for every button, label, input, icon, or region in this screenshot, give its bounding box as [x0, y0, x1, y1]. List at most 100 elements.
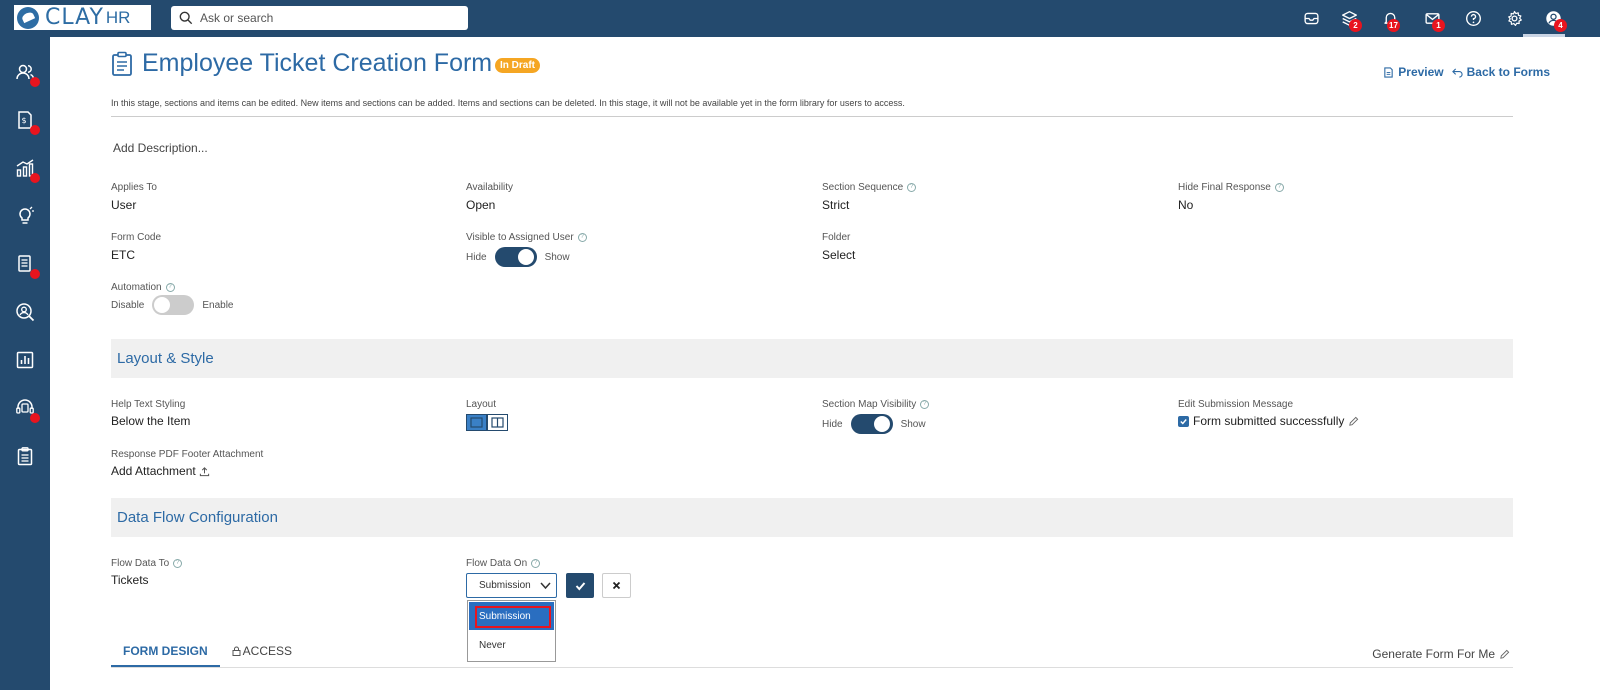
- sidebar-item-people[interactable]: [13, 60, 40, 87]
- layers-button[interactable]: 2: [1337, 6, 1362, 32]
- form-code-value[interactable]: ETC: [111, 248, 161, 262]
- layout-options: [466, 414, 508, 431]
- dropdown-option-submission[interactable]: Submission: [469, 602, 554, 630]
- submission-message-text: Form submitted successfully: [1193, 414, 1345, 428]
- help-icon[interactable]: ?: [173, 559, 183, 568]
- notifications-button[interactable]: 17: [1378, 6, 1402, 32]
- hide-final-response-value[interactable]: No: [1178, 198, 1284, 212]
- sidebar: $: [0, 37, 50, 690]
- sidebar-alert-dot: [30, 269, 40, 279]
- flow-data-on-label: Flow Data On: [466, 558, 528, 569]
- tab-access[interactable]: ACCESS: [220, 637, 304, 667]
- mail-badge: 1: [1432, 19, 1445, 32]
- cancel-button[interactable]: [602, 573, 631, 598]
- automation-toggle[interactable]: [152, 295, 195, 315]
- flow-data-on-selected-value: Submission: [479, 580, 531, 591]
- flow-data-on-field: Flow Data On?: [466, 558, 541, 569]
- page-title: Employee Ticket Creation Form: [142, 49, 493, 77]
- add-attachment-label: Add Attachment: [111, 464, 196, 478]
- chevron-down-icon: [540, 582, 551, 590]
- sidebar-item-ideas[interactable]: [13, 204, 37, 228]
- settings-button[interactable]: [1502, 6, 1526, 30]
- form-clipboard-icon: [112, 51, 132, 76]
- confirm-button[interactable]: [566, 573, 594, 598]
- two-column-icon: [491, 417, 504, 428]
- sidebar-item-payroll[interactable]: $: [13, 108, 40, 135]
- single-column-layout-button[interactable]: [466, 414, 487, 431]
- help-icon[interactable]: ?: [920, 400, 930, 409]
- dropdown-option-never[interactable]: Never: [468, 631, 555, 660]
- pencil-icon: [1500, 649, 1510, 659]
- gear-icon: [1507, 10, 1522, 26]
- help-text-styling-label: Help Text Styling: [111, 399, 186, 410]
- submission-message-checkbox[interactable]: [1178, 415, 1189, 427]
- sidebar-item-forms[interactable]: [13, 444, 37, 468]
- add-description-field[interactable]: Add Description...: [113, 141, 208, 155]
- sidebar-alert-dot: [30, 413, 40, 423]
- visible-to-assigned-toggle[interactable]: [494, 247, 537, 267]
- section-sequence-value[interactable]: Strict: [822, 198, 916, 212]
- help-icon[interactable]: ?: [531, 559, 541, 568]
- sidebar-item-reports[interactable]: [13, 348, 37, 372]
- layout-style-section-header[interactable]: Layout & Style: [111, 339, 1513, 378]
- checkmark-icon: [1180, 418, 1187, 425]
- preview-link[interactable]: Preview: [1383, 65, 1444, 79]
- layout-label: Layout: [466, 399, 497, 410]
- section-map-toggle[interactable]: [850, 414, 893, 434]
- checkmark-icon: [575, 581, 585, 590]
- close-icon: [612, 581, 621, 590]
- help-icon[interactable]: ?: [1274, 183, 1284, 192]
- flow-data-on-select[interactable]: Submission: [466, 573, 557, 598]
- toggle-off-label: Disable: [111, 299, 145, 311]
- toggle-on-label: Show: [544, 251, 570, 263]
- pencil-icon[interactable]: [1348, 416, 1359, 427]
- availability-field: Availability Open: [466, 182, 513, 212]
- lightbulb-icon: [19, 206, 34, 224]
- sidebar-item-recruitment[interactable]: [13, 300, 37, 324]
- tab-access-label: ACCESS: [242, 644, 293, 658]
- search-input[interactable]: [200, 11, 450, 25]
- lock-icon: [232, 646, 241, 656]
- inbox-button[interactable]: [1299, 6, 1323, 30]
- visible-to-assigned-label: Visible to Assigned User: [466, 232, 574, 243]
- two-column-layout-button[interactable]: [487, 414, 508, 431]
- layers-badge: 2: [1349, 19, 1362, 32]
- sidebar-item-support[interactable]: [13, 396, 40, 423]
- search-box[interactable]: [171, 6, 468, 30]
- help-icon[interactable]: ?: [577, 233, 587, 242]
- preview-label: Preview: [1398, 65, 1444, 79]
- section-sequence-label: Section Sequence: [822, 182, 904, 193]
- profile-button[interactable]: 4: [1541, 6, 1567, 32]
- visible-to-assigned-field: Visible to Assigned User? Hide Show: [466, 232, 587, 267]
- inbox-icon: [1303, 12, 1319, 24]
- help-button[interactable]: [1461, 6, 1485, 30]
- sidebar-item-performance[interactable]: [13, 156, 40, 183]
- folder-select[interactable]: Select: [822, 248, 855, 262]
- sidebar-item-documents[interactable]: [13, 252, 40, 279]
- app-logo[interactable]: CLAY HR: [14, 5, 151, 30]
- notifications-badge: 17: [1387, 19, 1400, 32]
- clipboard-icon: [17, 447, 33, 466]
- mail-button[interactable]: 1: [1420, 6, 1445, 32]
- generate-form-link[interactable]: Generate Form For Me: [1372, 647, 1510, 661]
- bar-chart-icon: [16, 351, 34, 369]
- sidebar-alert-dot: [30, 125, 40, 135]
- applies-to-value[interactable]: User: [111, 198, 157, 212]
- help-icon[interactable]: ?: [907, 183, 917, 192]
- back-to-forms-label: Back to Forms: [1466, 65, 1550, 79]
- top-bar: CLAY HR 2 17 1 4: [0, 0, 1600, 37]
- availability-value[interactable]: Open: [466, 198, 513, 212]
- tabs-divider: [111, 667, 1513, 668]
- hide-final-response-label: Hide Final Response: [1178, 182, 1271, 193]
- data-flow-section-header[interactable]: Data Flow Configuration: [111, 498, 1513, 537]
- help-text-styling-value[interactable]: Below the Item: [111, 414, 190, 428]
- single-column-icon: [470, 417, 483, 428]
- help-icon[interactable]: ?: [165, 283, 175, 292]
- tab-form-design[interactable]: FORM DESIGN: [111, 637, 220, 667]
- generate-form-label: Generate Form For Me: [1372, 647, 1495, 661]
- add-attachment-button[interactable]: Add Attachment: [111, 464, 263, 478]
- flow-data-to-value[interactable]: Tickets: [111, 573, 182, 587]
- status-badge: In Draft: [495, 58, 540, 73]
- back-to-forms-link[interactable]: Back to Forms: [1451, 65, 1550, 79]
- toggle-on-label: Show: [900, 418, 926, 430]
